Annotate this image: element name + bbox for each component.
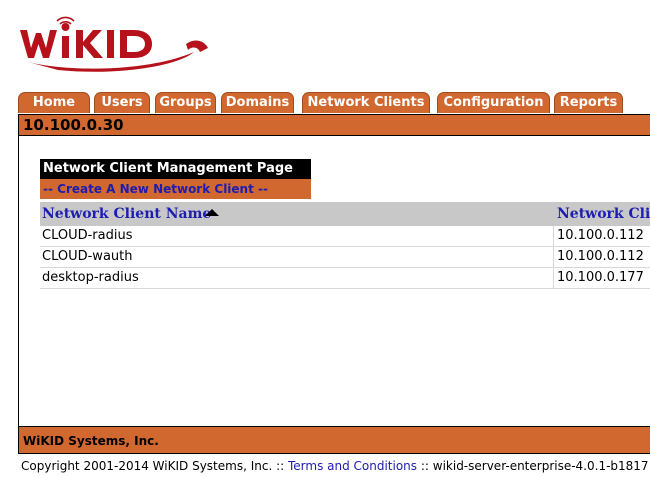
page-title: Network Client Management Page	[40, 159, 311, 179]
table-row[interactable]: CLOUD-wauth 10.100.0.112	[40, 247, 650, 268]
sort-ascending-icon[interactable]	[205, 209, 219, 216]
tab-users[interactable]: Users	[94, 92, 150, 113]
wikid-logo	[18, 16, 218, 74]
client-ip: 10.100.0.177	[557, 270, 644, 285]
table-row[interactable]: desktop-radius 10.100.0.177	[40, 268, 650, 289]
copyright-text: Copyright 2001-2014 WiKID Systems, Inc. …	[21, 459, 288, 473]
column-header-name[interactable]: Network Client Name	[42, 206, 211, 222]
column-header-ip[interactable]: Network Client	[557, 206, 650, 222]
cell-divider	[553, 268, 554, 288]
tab-domains[interactable]: Domains	[221, 92, 294, 113]
tab-network-clients[interactable]: Network Clients	[302, 92, 430, 113]
table-row[interactable]: CLOUD-radius 10.100.0.112	[40, 226, 650, 247]
client-ip: 10.100.0.112	[557, 249, 644, 264]
network-clients-table: Network Client Name Network Client CLOUD…	[40, 202, 650, 289]
company-name: WiKID Systems, Inc.	[23, 434, 159, 448]
tab-groups[interactable]: Groups	[155, 92, 216, 113]
tab-reports[interactable]: Reports	[554, 92, 623, 113]
client-ip: 10.100.0.112	[557, 228, 644, 243]
company-footer-bar: WiKID Systems, Inc.	[19, 426, 650, 454]
client-name: CLOUD-radius	[42, 228, 133, 243]
cell-divider	[553, 247, 554, 267]
tab-configuration[interactable]: Configuration	[437, 92, 550, 113]
client-name: desktop-radius	[42, 270, 139, 285]
version-text: :: wikid-server-enterprise-4.0.1-b1817	[417, 459, 649, 473]
tab-home[interactable]: Home	[18, 92, 90, 113]
create-network-client-link[interactable]: -- Create A New Network Client --	[40, 179, 311, 199]
terms-and-conditions-link[interactable]: Terms and Conditions	[288, 459, 417, 473]
main-content-frame: 10.100.0.30 Network Client Management Pa…	[18, 114, 650, 454]
table-header: Network Client Name Network Client	[40, 202, 650, 226]
host-title-bar: 10.100.0.30	[19, 114, 650, 136]
copyright-footer: Copyright 2001-2014 WiKID Systems, Inc. …	[21, 459, 649, 473]
cell-divider	[553, 226, 554, 246]
client-name: CLOUD-wauth	[42, 249, 133, 264]
host-address: 10.100.0.30	[23, 116, 124, 134]
